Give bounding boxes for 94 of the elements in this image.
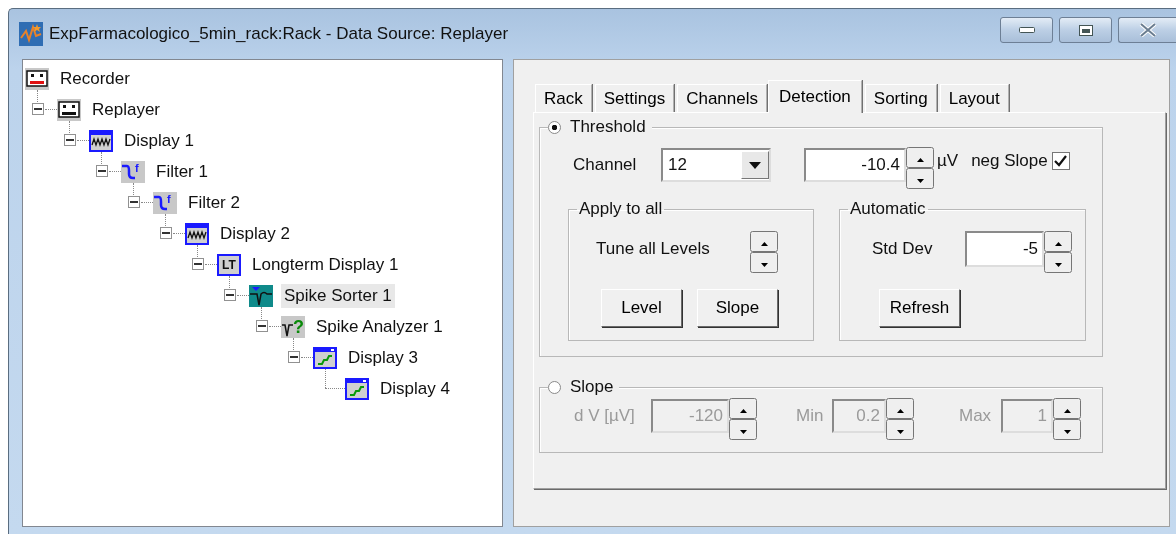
minimize-button[interactable] (1000, 17, 1053, 43)
minus-icon (162, 229, 170, 237)
expander-button[interactable] (160, 227, 172, 239)
tree-item[interactable]: Display 4 (377, 376, 453, 401)
up-arrow-icon (739, 409, 747, 413)
threshold-field[interactable]: -10.4 (804, 148, 906, 182)
longterm-display-icon: LT (217, 253, 241, 276)
tab[interactable]: Rack (535, 84, 592, 112)
minus-icon (66, 136, 74, 144)
channel-label: Channel (573, 155, 638, 175)
down-arrow-icon (896, 430, 904, 434)
spin-up-button[interactable] (750, 231, 778, 252)
maximize-button[interactable] (1059, 17, 1112, 43)
group-title: Apply to all (578, 199, 664, 219)
app-icon (19, 22, 43, 46)
minus-icon (34, 105, 42, 113)
tab[interactable]: Detection (768, 80, 862, 113)
radio-label: Threshold (570, 117, 646, 137)
caret-icon (749, 161, 761, 169)
spike-icon (249, 284, 273, 307)
tree-item[interactable]: Recorder (57, 66, 133, 91)
unit-label: µV (937, 151, 959, 171)
step-display-icon (345, 377, 369, 400)
tree-item[interactable]: Replayer (89, 97, 164, 122)
minus-icon (130, 198, 138, 206)
spin-down-button[interactable] (906, 168, 934, 189)
expander-button[interactable] (96, 165, 108, 177)
minimize-icon (1018, 27, 1035, 33)
tab[interactable]: Layout (939, 84, 1009, 112)
tree-item[interactable]: Filter 1 (153, 159, 211, 184)
refresh-button[interactable]: Refresh (879, 289, 960, 327)
std-dev-label: Std Dev (872, 239, 934, 259)
push-button[interactable]: Slope (697, 289, 778, 327)
tree-item[interactable]: Display 3 (345, 345, 421, 370)
up-arrow-icon (1054, 242, 1062, 246)
minus-icon (226, 291, 234, 299)
channel-dropdown[interactable]: 12 (661, 148, 771, 182)
tune-label: Tune all Levels (596, 239, 711, 259)
down-arrow-icon (1063, 430, 1071, 434)
tab[interactable]: Sorting (864, 84, 937, 112)
expander-button[interactable] (64, 134, 76, 146)
down-arrow-icon (760, 263, 768, 267)
waveform-display-icon (89, 129, 113, 152)
std-dev-field[interactable]: -5 (965, 231, 1044, 267)
checkbox[interactable] (1051, 152, 1070, 170)
minus-icon (194, 260, 202, 268)
checkmark-icon (1054, 155, 1068, 167)
spin-down-button[interactable] (750, 252, 778, 273)
radio-label: Slope (570, 377, 614, 397)
tree-item[interactable]: Filter 2 (185, 190, 243, 215)
group-title: Automatic (849, 199, 927, 219)
radio-button[interactable] (548, 120, 561, 134)
close-button[interactable] (1118, 17, 1176, 43)
up-arrow-icon (916, 158, 924, 162)
up-arrow-icon (896, 409, 904, 413)
tree-item[interactable]: Spike Analyzer 1 (313, 314, 446, 339)
filter-curve-icon: f (153, 191, 177, 214)
tree-item[interactable]: Display 1 (121, 128, 197, 153)
spin-up-button[interactable] (1044, 231, 1072, 252)
field-label: d V [µV] (574, 406, 636, 426)
filter-curve-icon: f (121, 160, 145, 183)
field-label: Min (796, 406, 825, 426)
spin-down-button[interactable] (1044, 252, 1072, 273)
spike-question-icon: ? (281, 315, 305, 338)
close-icon (1138, 23, 1157, 37)
tab[interactable]: Settings (594, 84, 675, 112)
expander-button[interactable] (256, 320, 268, 332)
up-arrow-icon (760, 242, 768, 246)
expander-button[interactable] (128, 196, 140, 208)
spin-up-button[interactable] (906, 147, 934, 168)
push-button[interactable]: Level (601, 289, 682, 327)
tree-item[interactable]: Spike Sorter 1 (281, 283, 395, 308)
expander-button[interactable] (224, 289, 236, 301)
expander-button[interactable] (192, 258, 204, 270)
cassette-icon (57, 98, 81, 121)
down-arrow-icon (916, 179, 924, 183)
up-arrow-icon (1063, 409, 1071, 413)
maximize-icon (1078, 24, 1093, 36)
checkbox-label: neg Slope (971, 151, 1048, 171)
cassette-icon (25, 67, 49, 90)
tab[interactable]: Channels (677, 84, 767, 112)
step-display-icon (313, 346, 337, 369)
tree-item[interactable]: Display 2 (217, 221, 293, 246)
tree-item[interactable]: Longterm Display 1 (249, 252, 402, 277)
expander-button[interactable] (32, 103, 44, 115)
field-label: Max (959, 406, 993, 426)
window-title: ExpFarmacologico_5min_rack:Rack - Data Source: Replayer (49, 24, 509, 44)
minus-icon (258, 322, 266, 330)
minus-icon (290, 353, 298, 361)
waveform-display-icon (185, 222, 209, 245)
minus-icon (98, 167, 106, 175)
expander-button[interactable] (288, 351, 300, 363)
down-arrow-icon (739, 430, 747, 434)
down-arrow-icon (1054, 263, 1062, 267)
